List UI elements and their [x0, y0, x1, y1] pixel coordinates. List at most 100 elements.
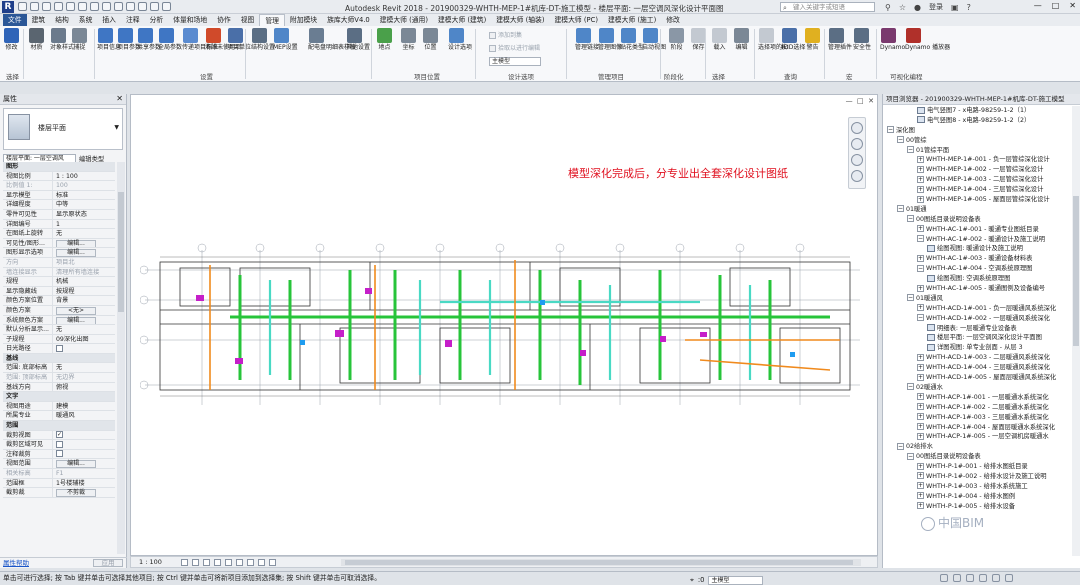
collapse-icon[interactable]: −: [887, 126, 894, 134]
browser-node[interactable]: + WHTH-MEP-1#-002 - 一层管综深化设计: [885, 165, 1071, 175]
property-value[interactable]: 无边界: [53, 373, 115, 382]
expand-icon[interactable]: +: [917, 363, 924, 371]
star-icon[interactable]: ☆: [899, 3, 906, 12]
app-menu-button[interactable]: R: [2, 1, 14, 13]
tab-5[interactable]: 注释: [121, 14, 145, 26]
browser-node[interactable]: 详图视图: 单专业剖面 - 从层 3: [885, 343, 1071, 353]
lock-3d-icon[interactable]: [247, 559, 254, 566]
collapse-icon[interactable]: −: [907, 146, 914, 154]
tab-14[interactable]: 建模大师 (建筑): [433, 14, 491, 26]
redo-icon[interactable]: [66, 2, 75, 11]
maximize-button[interactable]: □: [1052, 1, 1060, 10]
thin-lines-icon[interactable]: [150, 2, 159, 11]
edit-button[interactable]: 编辑...: [56, 460, 96, 468]
expand-icon[interactable]: +: [917, 462, 924, 470]
edit-button[interactable]: 编辑...: [56, 249, 96, 257]
browser-node[interactable]: + WHTH-ACP-1#-002 - 二层暖通水系统深化: [885, 403, 1071, 413]
measure-icon[interactable]: [90, 2, 99, 11]
browser-node[interactable]: + WHTH-ACP-1#-004 - 屋面层暖通水系统深化: [885, 423, 1071, 433]
browser-node[interactable]: −01暖通风: [885, 294, 1071, 304]
expand-icon[interactable]: +: [917, 373, 924, 381]
browser-node[interactable]: + WHTH-ACD-1#-005 - 屋面层暖通风系统深化: [885, 373, 1071, 383]
expand-icon[interactable]: +: [917, 502, 924, 510]
property-section[interactable]: 图形: [3, 162, 115, 172]
browser-node[interactable]: + WHTH-ACP-1#-001 - 一层暖通水系统深化: [885, 393, 1071, 403]
type-selector[interactable]: 楼层平面 ▼: [3, 108, 123, 150]
browser-node[interactable]: −00管综: [885, 136, 1071, 146]
property-value[interactable]: F1: [53, 469, 115, 478]
expand-icon[interactable]: +: [917, 393, 924, 401]
canvas-horizontal-scrollbar[interactable]: [341, 559, 861, 566]
scroll-thumb[interactable]: [1073, 196, 1079, 346]
browser-node[interactable]: −00图纸目录说明设备表: [885, 452, 1071, 462]
search-input[interactable]: ⌕ 键入关键字或短语: [780, 2, 875, 12]
help-icon[interactable]: ?: [967, 3, 971, 12]
property-section[interactable]: 范围: [3, 421, 115, 431]
section-icon[interactable]: [138, 2, 147, 11]
checkbox[interactable]: ✓: [56, 431, 63, 439]
expand-icon[interactable]: +: [917, 155, 924, 163]
browser-node[interactable]: + WHTH-ACP-1#-003 - 三层暖通水系统深化: [885, 413, 1071, 423]
property-value[interactable]: 1 : 100: [53, 172, 115, 181]
collapse-icon[interactable]: −: [907, 452, 914, 460]
property-value[interactable]: 暖通风: [53, 411, 115, 420]
ribbon-tool-18[interactable]: 设计选项: [448, 28, 472, 51]
browser-node[interactable]: − 深化图: [885, 126, 1071, 136]
ribbon-tool-28[interactable]: 按ID选择: [781, 28, 805, 51]
text-icon[interactable]: [114, 2, 123, 11]
browser-node[interactable]: + WHTH-MEP-1#-003 - 二层管综深化设计: [885, 175, 1071, 185]
apply-button[interactable]: 应用: [93, 559, 123, 567]
property-section[interactable]: 基线: [3, 353, 115, 364]
collapse-icon[interactable]: −: [907, 215, 914, 223]
crop-view-icon[interactable]: [225, 559, 232, 566]
ribbon-tool-31[interactable]: 安全性: [853, 28, 871, 51]
browser-node[interactable]: + WHTH-AC-1#-005 - 暖通图例及设备编号: [885, 284, 1071, 294]
collapse-icon[interactable]: −: [907, 383, 914, 391]
steering-wheel-icon[interactable]: [851, 138, 863, 150]
browser-node[interactable]: + WHTH-P-1#-005 - 给排水设备: [885, 502, 1071, 512]
tab-9[interactable]: 视图: [236, 14, 260, 26]
edit-button[interactable]: 编辑...: [56, 239, 96, 248]
checkbox[interactable]: [56, 344, 63, 352]
browser-node[interactable]: + WHTH-MEP-1#-005 - 屋面层管综深化设计: [885, 195, 1071, 205]
expand-icon[interactable]: +: [917, 185, 924, 193]
property-checkbox[interactable]: ✓: [53, 431, 115, 440]
property-value[interactable]: 背景: [53, 296, 115, 305]
property-checkbox[interactable]: [53, 450, 115, 459]
expand-icon[interactable]: +: [917, 492, 924, 500]
tab-1[interactable]: 建筑: [27, 14, 51, 26]
browser-node[interactable]: 电气竖图8 - x电路-98259-1-2（2）: [885, 116, 1071, 126]
tab-18[interactable]: 修改: [661, 14, 685, 26]
browser-node[interactable]: + WHTH-ACD-1#-004 - 三层暖通风系统深化: [885, 363, 1071, 373]
tab-10[interactable]: 管理: [259, 14, 285, 26]
property-checkbox[interactable]: [53, 440, 115, 449]
visual-style-icon[interactable]: [192, 559, 199, 566]
collapse-icon[interactable]: −: [897, 205, 904, 213]
view-restore-button[interactable]: □: [857, 97, 864, 105]
browser-node[interactable]: + WHTH-P-1#-003 - 给排水系统施工: [885, 482, 1071, 492]
browser-node[interactable]: + WHTH-MEP-1#-004 - 三层管综深化设计: [885, 185, 1071, 195]
edit-button[interactable]: <无>: [56, 306, 96, 315]
detail-level-icon[interactable]: [181, 559, 188, 566]
view-minimize-button[interactable]: —: [846, 97, 853, 105]
expand-icon[interactable]: +: [917, 165, 924, 173]
browser-node[interactable]: 绘图视图: 暖通设计及施工说明: [885, 244, 1071, 254]
browser-node[interactable]: + WHTH-AC-1#-001 - 暖通专业图纸目录: [885, 225, 1071, 235]
ribbon-tool-10[interactable]: 项目单位: [227, 28, 251, 51]
dimension-icon[interactable]: [102, 2, 111, 11]
tab-0[interactable]: 文件: [3, 14, 27, 26]
browser-node[interactable]: + WHTH-MEP-1#-001 - 负一层管综深化设计: [885, 155, 1071, 165]
property-value[interactable]: 1号楼辅楼: [53, 479, 115, 488]
sun-path-icon[interactable]: [203, 559, 210, 566]
tab-8[interactable]: 协作: [212, 14, 236, 26]
ribbon-tool-12[interactable]: MEP设置: [273, 28, 298, 51]
checkbox[interactable]: [56, 440, 63, 448]
tab-4[interactable]: 插入: [97, 14, 121, 26]
property-value[interactable]: 无: [53, 229, 115, 238]
expand-icon[interactable]: +: [917, 353, 924, 361]
collapse-icon[interactable]: −: [917, 235, 924, 243]
expand-icon[interactable]: +: [917, 432, 924, 440]
tab-17[interactable]: 建模大师 (施工): [603, 14, 661, 26]
add-to-set-button[interactable]: 添加到集: [489, 30, 522, 39]
ribbon-tool-14[interactable]: 其他设置: [346, 28, 370, 51]
